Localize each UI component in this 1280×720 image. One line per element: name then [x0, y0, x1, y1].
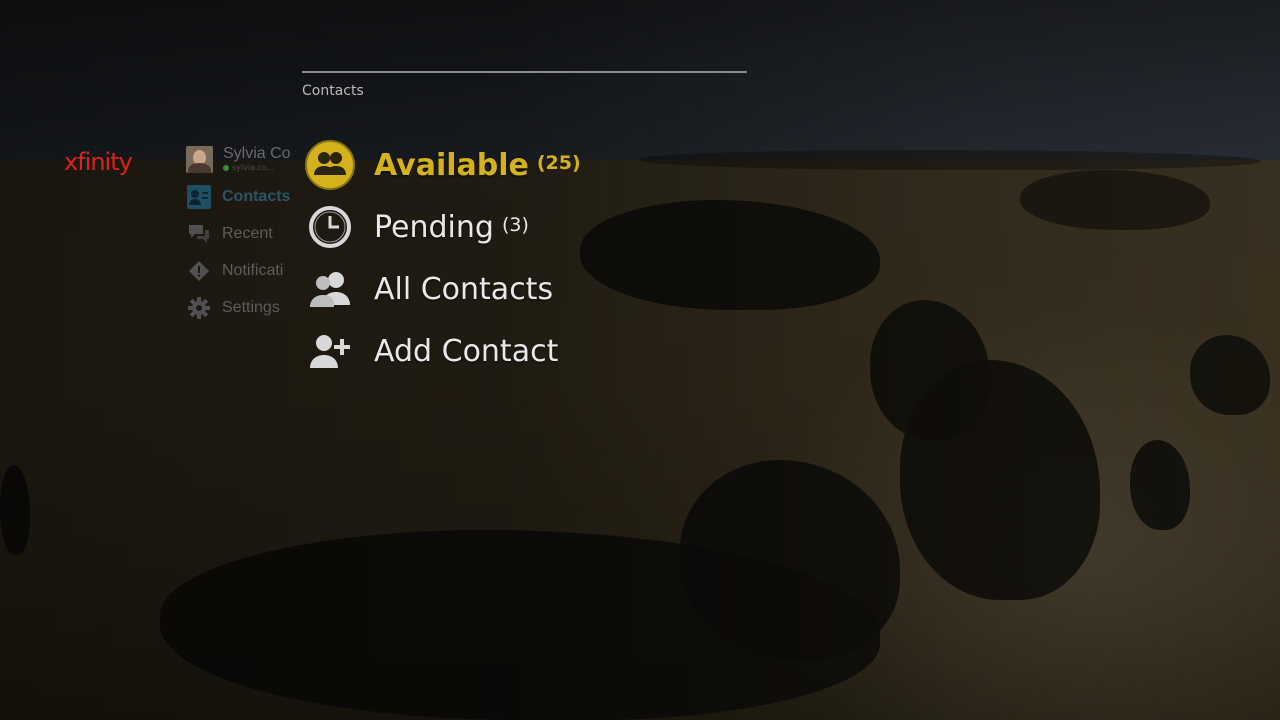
sidebar-item-notifications[interactable]: Notificati	[186, 252, 302, 289]
available-contacts-icon	[302, 137, 358, 193]
clock-icon	[302, 199, 358, 255]
all-contacts-icon	[302, 261, 358, 317]
notification-icon	[186, 260, 212, 282]
gear-icon	[186, 296, 212, 319]
menu-item-all-contacts[interactable]: All Contacts	[302, 258, 581, 320]
recent-chat-icon	[186, 223, 212, 245]
page-title: Contacts	[302, 83, 364, 99]
menu-item-label: Available	[374, 147, 529, 183]
header-divider	[302, 71, 747, 73]
pending-count: (3)	[501, 214, 529, 236]
menu-item-label: Add Contact	[374, 333, 559, 369]
contacts-icon	[186, 184, 212, 210]
online-status-icon	[223, 164, 229, 171]
sidebar-item-label: Settings	[222, 298, 280, 316]
menu-item-label: All Contacts	[374, 271, 554, 307]
side-navigation: Sylvia Co sylvia.co... Contacts Recent N…	[186, 142, 302, 326]
xfinity-logo: xfinity	[64, 148, 133, 176]
menu-item-label: Pending	[374, 209, 494, 245]
menu-item-available[interactable]: Available (25)	[302, 134, 581, 196]
sidebar-item-settings[interactable]: Settings	[186, 289, 302, 326]
avatar	[186, 145, 213, 173]
user-name: Sylvia Co	[223, 145, 291, 162]
user-profile[interactable]: Sylvia Co sylvia.co...	[186, 142, 302, 176]
sidebar-item-label: Contacts	[222, 187, 291, 205]
available-count: (25)	[536, 152, 581, 174]
sidebar-item-contacts[interactable]: Contacts	[186, 178, 302, 215]
sidebar-item-label: Recent	[222, 224, 273, 242]
sidebar-item-recent[interactable]: Recent	[186, 215, 302, 252]
menu-item-pending[interactable]: Pending (3)	[302, 196, 581, 258]
add-contact-icon	[302, 323, 358, 379]
contacts-menu: Available (25) Pending (3) All Contacts	[302, 134, 581, 382]
menu-item-add-contact[interactable]: Add Contact	[302, 320, 581, 382]
sidebar-item-label: Notificati	[222, 261, 284, 279]
background-image	[0, 0, 1280, 720]
user-email: sylvia.co...	[223, 164, 291, 172]
